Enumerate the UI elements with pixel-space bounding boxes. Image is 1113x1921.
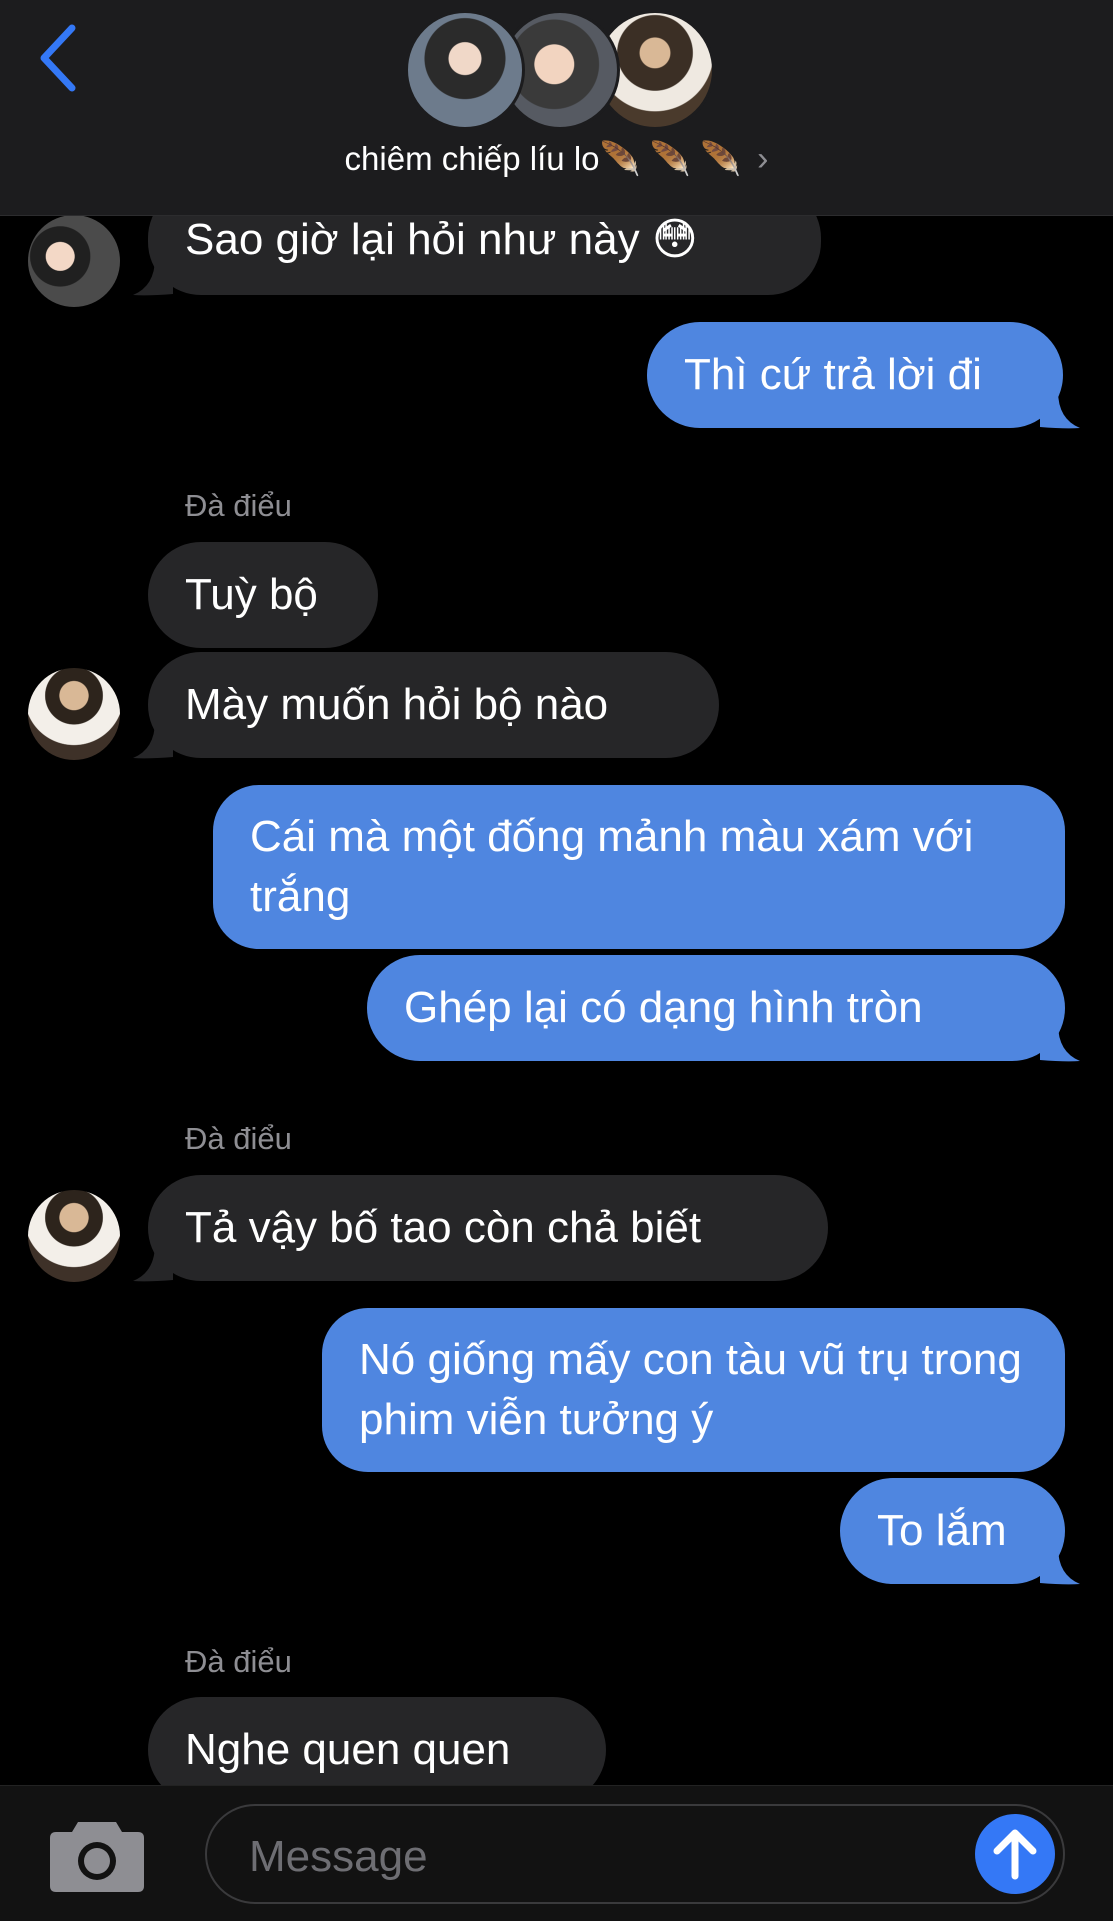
bubble-tail [1040, 1024, 1080, 1062]
message-text: To lắm [877, 1506, 1007, 1555]
bubble-tail [133, 258, 173, 296]
message-bubble-incoming[interactable]: Nghe quen quen [148, 1697, 606, 1785]
bubble-tail [1040, 1547, 1080, 1585]
message-text: Nghe quen quen [185, 1725, 511, 1774]
message-bubble-outgoing[interactable]: Nó giống mấy con tàu vũ trụ trong phim v… [322, 1308, 1065, 1472]
group-avatar-stack[interactable] [405, 10, 715, 130]
sender-avatar[interactable] [28, 1190, 120, 1282]
message-text: Cái mà một đống mảnh màu xám với trắng [250, 812, 974, 921]
feather-emojis: 🪶 🪶 🪶 [599, 140, 742, 177]
sender-avatar[interactable] [28, 215, 120, 307]
message-bubble-incoming[interactable]: Tuỳ bộ [148, 542, 378, 648]
message-bubble-outgoing[interactable]: Cái mà một đống mảnh màu xám với trắng [213, 785, 1065, 949]
camera-icon [50, 1822, 144, 1892]
conversation-header: chiêm chiếp líu lo🪶 🪶 🪶 › [0, 0, 1113, 216]
sender-name: Đà điểu [185, 488, 292, 523]
message-bubble-incoming[interactable]: Sao giờ lại hỏi như này 😳 [148, 215, 821, 295]
message-field[interactable] [205, 1804, 1065, 1904]
group-title[interactable]: chiêm chiếp líu lo🪶 🪶 🪶 › [0, 140, 1113, 179]
back-button[interactable] [30, 20, 90, 100]
message-bubble-outgoing[interactable]: Thì cứ trả lời đi [647, 322, 1063, 428]
message-text: Thì cứ trả lời đi [684, 350, 982, 399]
message-bubble-incoming[interactable]: Mày muốn hỏi bộ nào [148, 652, 719, 758]
message-input[interactable] [247, 1826, 931, 1888]
message-input-bar [0, 1785, 1113, 1921]
sender-name: Đà điểu [185, 1644, 292, 1679]
message-text: Tuỳ bộ [185, 570, 318, 619]
message-text: Mày muốn hỏi bộ nào [185, 680, 609, 729]
bubble-tail [133, 1244, 173, 1282]
message-text: Ghép lại có dạng hình tròn [404, 983, 923, 1032]
message-bubble-incoming[interactable]: Tả vậy bố tao còn chả biết [148, 1175, 828, 1281]
sender-name: Đà điểu [185, 1121, 292, 1156]
chevron-right-icon: › [757, 140, 769, 178]
message-text: Sao giờ lại hỏi như này 😳 [185, 215, 698, 264]
sender-avatar[interactable] [28, 668, 120, 760]
chevron-left-icon [40, 24, 76, 92]
bubble-tail [133, 721, 173, 759]
camera-button[interactable] [48, 1818, 146, 1894]
message-bubble-outgoing[interactable]: Ghép lại có dạng hình tròn [367, 955, 1065, 1061]
group-name-text: chiêm chiếp líu lo [344, 140, 600, 177]
arrow-up-icon [993, 1829, 1037, 1880]
message-list[interactable]: Sao giờ lại hỏi như này 😳 Thì cứ trả lời… [0, 215, 1113, 1785]
bubble-tail [1040, 391, 1080, 429]
group-member-avatar [405, 10, 525, 130]
message-text: Tả vậy bố tao còn chả biết [185, 1203, 702, 1252]
send-button[interactable] [975, 1814, 1055, 1894]
message-bubble-outgoing[interactable]: To lắm [840, 1478, 1065, 1584]
message-text: Nó giống mấy con tàu vũ trụ trong phim v… [359, 1335, 1022, 1444]
